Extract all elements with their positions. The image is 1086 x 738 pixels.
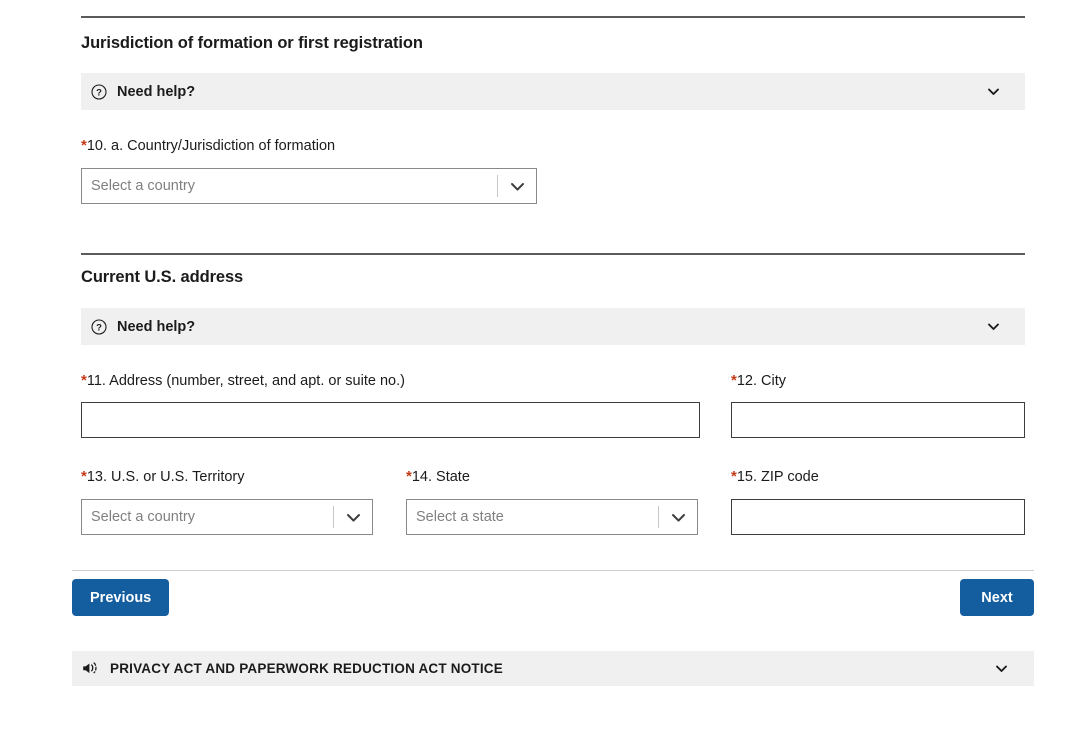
- zip-input[interactable]: [731, 499, 1025, 535]
- country-of-formation-label: *10. a. Country/Jurisdiction of formatio…: [81, 137, 335, 154]
- zip-label-text: 15. ZIP code: [736, 469, 819, 485]
- zip-label: *15. ZIP code: [731, 468, 819, 485]
- form-page: Jurisdiction of formation or first regis…: [0, 0, 1086, 738]
- bullhorn-icon: [82, 661, 100, 677]
- city-input[interactable]: [731, 402, 1025, 438]
- button-row-divider: [72, 570, 1034, 571]
- address-input[interactable]: [81, 402, 700, 438]
- chevron-down-icon: [985, 319, 1001, 335]
- city-label: *12. City: [731, 372, 786, 389]
- us-territory-select[interactable]: Select a country: [81, 499, 373, 535]
- section-divider-address: [81, 253, 1025, 255]
- country-of-formation-value: Select a country: [91, 178, 195, 194]
- chevron-down-icon: [498, 177, 536, 196]
- city-label-text: 12. City: [736, 373, 787, 389]
- need-help-accordion-address[interactable]: ? Need help?: [81, 308, 1025, 345]
- state-select[interactable]: Select a state: [406, 499, 698, 535]
- state-value: Select a state: [416, 509, 504, 525]
- section-title-address: Current U.S. address: [81, 268, 244, 286]
- address-label: *11. Address (number, street, and apt. o…: [81, 372, 405, 389]
- section-divider-jurisdiction: [81, 16, 1025, 18]
- us-territory-label-text: 13. U.S. or U.S. Territory: [86, 469, 245, 485]
- question-circle-icon: ?: [91, 318, 107, 335]
- address-label-text: 11. Address (number, street, and apt. or…: [86, 373, 405, 389]
- chevron-down-icon: [334, 508, 372, 527]
- need-help-label: Need help?: [117, 318, 196, 335]
- privacy-notice-label: PRIVACY ACT AND PAPERWORK REDUCTION ACT …: [110, 661, 503, 676]
- state-label: *14. State: [406, 468, 470, 485]
- privacy-notice-accordion[interactable]: PRIVACY ACT AND PAPERWORK REDUCTION ACT …: [72, 651, 1034, 686]
- need-help-label: Need help?: [117, 83, 196, 100]
- need-help-accordion-jurisdiction[interactable]: ? Need help?: [81, 73, 1025, 110]
- chevron-down-icon: [993, 661, 1009, 677]
- state-label-text: 14. State: [411, 469, 470, 485]
- chevron-down-icon: [985, 84, 1001, 100]
- chevron-down-icon: [659, 508, 697, 527]
- next-button[interactable]: Next: [960, 579, 1034, 616]
- previous-button[interactable]: Previous: [72, 579, 170, 616]
- svg-text:?: ?: [96, 87, 102, 98]
- section-title-jurisdiction: Jurisdiction of formation or first regis…: [81, 34, 423, 52]
- country-of-formation-label-text: 10. a. Country/Jurisdiction of formation: [86, 138, 336, 154]
- us-territory-value: Select a country: [91, 509, 195, 525]
- country-of-formation-select[interactable]: Select a country: [81, 168, 537, 204]
- us-territory-label: *13. U.S. or U.S. Territory: [81, 468, 245, 485]
- svg-text:?: ?: [96, 322, 102, 333]
- question-circle-icon: ?: [91, 83, 107, 100]
